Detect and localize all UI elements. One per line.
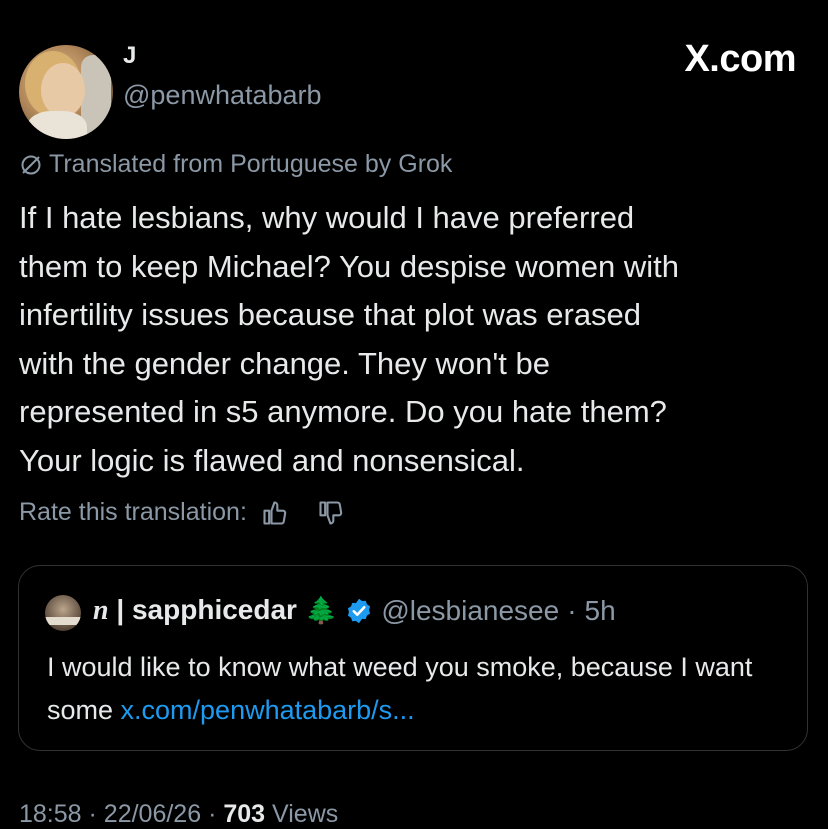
footer-dot-2: · (208, 800, 224, 828)
translation-note-text: Translated from Portuguese by Grok (49, 150, 453, 178)
quoted-name-text: sapphicedar (131, 594, 297, 625)
quoted-author-name[interactable]: n | sapphicedar (93, 594, 297, 627)
tree-emoji: 🌲 (304, 595, 338, 625)
quoted-post-link[interactable]: x.com/penwhatabarb/s... (121, 695, 415, 725)
post-date[interactable]: 22/06/26 (104, 800, 201, 828)
author-handle[interactable]: @penwhatabarb (123, 80, 322, 111)
footer-dot-1: · (88, 800, 104, 828)
quoted-avatar-band (45, 617, 81, 625)
views-count: 703 (223, 800, 266, 828)
quoted-name-separator: | (116, 594, 125, 625)
thumbs-up-icon[interactable] (261, 499, 289, 527)
quoted-post-time[interactable]: 5h (585, 595, 616, 627)
quoted-author-avatar[interactable] (45, 595, 81, 631)
post-text: If I hate lesbians, why would I have pre… (19, 200, 680, 478)
post-meta-footer: 18:58 · 22/06/26 · 703 Views (19, 800, 338, 829)
brand-logo-text: X.com (684, 38, 796, 80)
quoted-author-handle[interactable]: @lesbianesee (381, 595, 559, 627)
thumbs-down-icon[interactable] (317, 499, 345, 527)
author-display-name[interactable]: J (123, 42, 136, 70)
post-time[interactable]: 18:58 (19, 800, 82, 828)
rate-translation-row: Rate this translation: (19, 498, 345, 527)
quoted-name-prefix: n (93, 595, 109, 626)
rate-translation-label: Rate this translation: (19, 498, 247, 526)
quoted-post-card[interactable]: n | sapphicedar 🌲 @lesbianesee · 5h I wo… (18, 565, 808, 751)
avatar-shirt (27, 111, 87, 139)
views-label: Views (272, 800, 339, 828)
avatar-face (41, 63, 85, 117)
translation-note: Translated from Portuguese by Grok (19, 150, 452, 179)
verified-badge-icon (348, 598, 371, 623)
quoted-post-text: I would like to know what weed you smoke… (47, 646, 787, 732)
quoted-dot-separator: · (567, 594, 577, 626)
author-avatar[interactable] (19, 45, 113, 139)
quoted-post-header: n | sapphicedar 🌲 @lesbianesee · 5h (93, 594, 616, 627)
slashed-circle-icon (21, 155, 41, 174)
